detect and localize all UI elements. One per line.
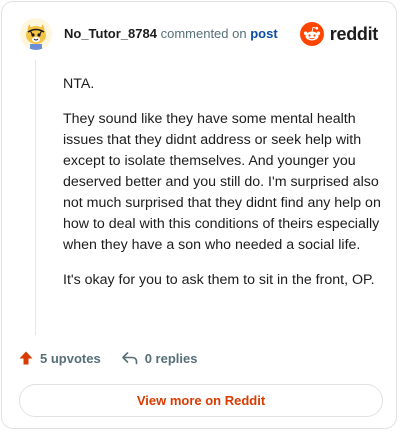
- comment-actions: 5 upvotes 0 replies: [18, 350, 197, 366]
- upvote-count: 5 upvotes: [40, 350, 101, 366]
- comment-paragraph: They sound like they have some mental he…: [63, 111, 381, 253]
- comment-header: No_Tutor_8784 commented on post: [64, 26, 278, 41]
- reddit-wordmark: reddit: [329, 23, 379, 44]
- commented-on-text: commented on: [160, 26, 247, 41]
- view-more-label: View more on Reddit: [136, 393, 266, 408]
- upvote-button[interactable]: 5 upvotes: [18, 350, 101, 366]
- upvote-arrow-icon: [19, 351, 33, 365]
- comment-paragraph: NTA.: [63, 76, 95, 92]
- thread-line: [35, 60, 36, 335]
- reply-arrow-icon: [121, 352, 137, 365]
- avatar[interactable]: [20, 18, 52, 50]
- post-link[interactable]: post: [250, 26, 277, 41]
- comment-paragraph: It's okay for you to ask them to sit in …: [63, 272, 375, 288]
- username-link[interactable]: No_Tutor_8784: [64, 26, 157, 41]
- reply-count: 0 replies: [144, 350, 198, 366]
- comment-embed-card: No_Tutor_8784 commented on post reddit N…: [1, 1, 397, 429]
- reddit-snoo-icon: [299, 22, 324, 46]
- view-more-on-reddit-button[interactable]: View more on Reddit: [19, 384, 383, 417]
- comment-body: NTA. They sound like they have some ment…: [63, 74, 381, 305]
- reddit-brand-link[interactable]: reddit: [299, 22, 379, 46]
- cartoon-avatar-icon: [20, 18, 52, 50]
- reply-button[interactable]: 0 replies: [121, 350, 198, 366]
